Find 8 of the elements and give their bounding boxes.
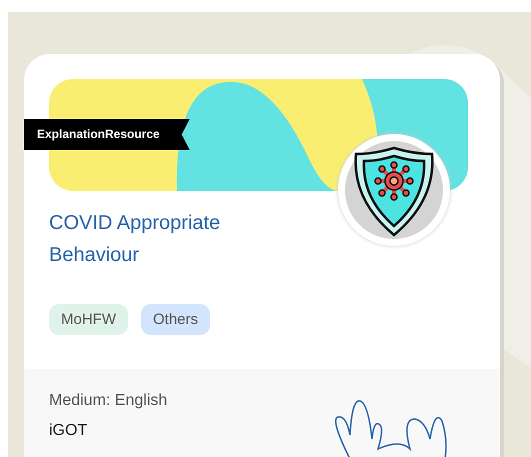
resource-card[interactable]: ExplanationResource COVID Appropriate Behaviour MoHFW Others Medium: English iGOT [24,54,500,457]
category-ribbon: ExplanationResource [24,119,190,150]
medium-label: Medium: English [49,391,168,411]
provider-label: iGOT [49,421,88,441]
tag: MoHFW [49,304,128,335]
virus-shield-icon [344,140,444,240]
card-title[interactable]: COVID Appropriate Behaviour [49,207,309,271]
tag: Others [141,304,210,335]
